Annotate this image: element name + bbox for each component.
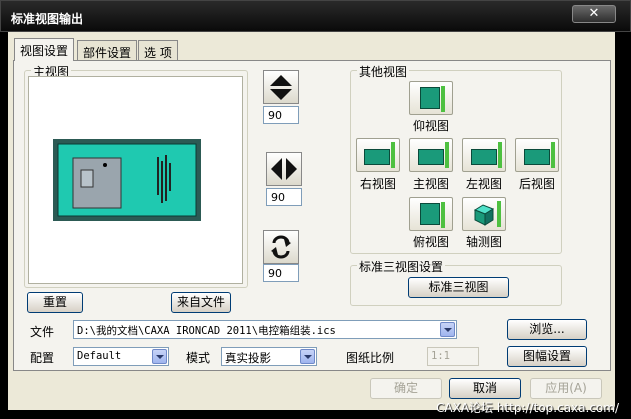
other-views-group: 其他视图 仰视图 右视图 主视图 左视图 后视图 俯视图 轴测图 xyxy=(350,63,562,254)
window-title: 标准视图输出 xyxy=(11,12,84,26)
horizontal-flip-button[interactable] xyxy=(266,152,302,186)
back-view-label: 后视图 xyxy=(518,177,555,191)
bottom-view-label: 仰视图 xyxy=(412,119,449,133)
close-button[interactable]: ✕ xyxy=(572,5,616,23)
top-view-label: 俯视图 xyxy=(412,235,449,249)
chevron-down-icon[interactable] xyxy=(440,322,455,337)
rotate-icon xyxy=(271,235,291,259)
chevron-down-icon[interactable] xyxy=(300,349,315,364)
vertical-flip-icon xyxy=(270,75,292,100)
main-view-preview xyxy=(28,76,243,284)
right-view-button[interactable] xyxy=(356,138,400,172)
from-file-button[interactable]: 来自文件 xyxy=(171,292,231,313)
browse-button[interactable]: 浏览... xyxy=(507,319,587,340)
front-view-label: 主视图 xyxy=(412,177,449,191)
sheet-setup-button[interactable]: 图幅设置 xyxy=(507,346,587,367)
config-value: Default xyxy=(77,350,122,362)
vertical-flip-button[interactable] xyxy=(263,70,299,104)
rotate-angle-input[interactable]: 90 xyxy=(263,264,299,282)
cancel-button[interactable]: 取消 xyxy=(449,378,521,399)
other-views-label: 其他视图 xyxy=(357,63,410,80)
left-view-button[interactable] xyxy=(462,138,506,172)
dialog-client: 视图设置 部件设置 选 项 主视图 重置 来自文件 90 90 90 其他视图 … xyxy=(8,32,615,410)
cabinet-preview-icon xyxy=(53,139,201,221)
horizontal-angle-input[interactable]: 90 xyxy=(266,188,302,206)
horizontal-flip-icon xyxy=(271,158,297,180)
iso-view-button[interactable] xyxy=(462,197,506,231)
tab-panel: 主视图 重置 来自文件 90 90 90 其他视图 仰视图 右视图 主视图 左视… xyxy=(13,60,611,371)
ok-button[interactable]: 确定 xyxy=(370,378,442,399)
mode-combo[interactable]: 真实投影 xyxy=(221,347,317,366)
iso-view-label: 轴测图 xyxy=(465,235,502,249)
apply-button[interactable]: 应用(A) xyxy=(530,378,602,399)
front-view-button[interactable] xyxy=(409,138,453,172)
title-bar: 标准视图输出 ✕ xyxy=(0,0,631,32)
std-three-view-label: 标准三视图设置 xyxy=(357,258,446,275)
tab-view-settings[interactable]: 视图设置 xyxy=(14,38,75,61)
iso-cube-icon xyxy=(473,201,501,227)
main-view-group: 主视图 xyxy=(24,63,248,288)
vertical-angle-input[interactable]: 90 xyxy=(263,106,299,124)
config-label: 配置 xyxy=(30,351,55,365)
top-view-button[interactable] xyxy=(409,197,453,231)
rotate-button[interactable] xyxy=(263,230,299,264)
file-path-combo[interactable]: D:\我的文档\CAXA IRONCAD 2011\电控箱组装.ics xyxy=(73,320,457,339)
reset-button[interactable]: 重置 xyxy=(27,292,83,313)
forum-watermark: CAXA论坛 http://top.caxa.com/ xyxy=(436,401,619,415)
right-view-label: 右视图 xyxy=(359,177,396,191)
chevron-down-icon[interactable] xyxy=(152,349,167,364)
mode-label: 模式 xyxy=(186,351,211,365)
std-three-view-group: 标准三视图设置 标准三视图 xyxy=(350,258,562,306)
left-view-label: 左视图 xyxy=(465,177,502,191)
scale-label: 图纸比例 xyxy=(346,351,395,365)
bottom-view-button[interactable] xyxy=(409,81,453,115)
close-icon: ✕ xyxy=(588,6,600,21)
mode-value: 真实投影 xyxy=(225,351,271,365)
file-label: 文件 xyxy=(30,325,55,339)
tab-part-settings[interactable]: 部件设置 xyxy=(77,40,138,60)
std-three-view-button[interactable]: 标准三视图 xyxy=(408,277,509,298)
file-path-value: D:\我的文档\CAXA IRONCAD 2011\电控箱组装.ics xyxy=(77,325,336,337)
back-view-button[interactable] xyxy=(515,138,559,172)
tab-options[interactable]: 选 项 xyxy=(138,40,178,60)
config-combo[interactable]: Default xyxy=(73,347,169,366)
scale-input: 1:1 xyxy=(427,347,479,366)
